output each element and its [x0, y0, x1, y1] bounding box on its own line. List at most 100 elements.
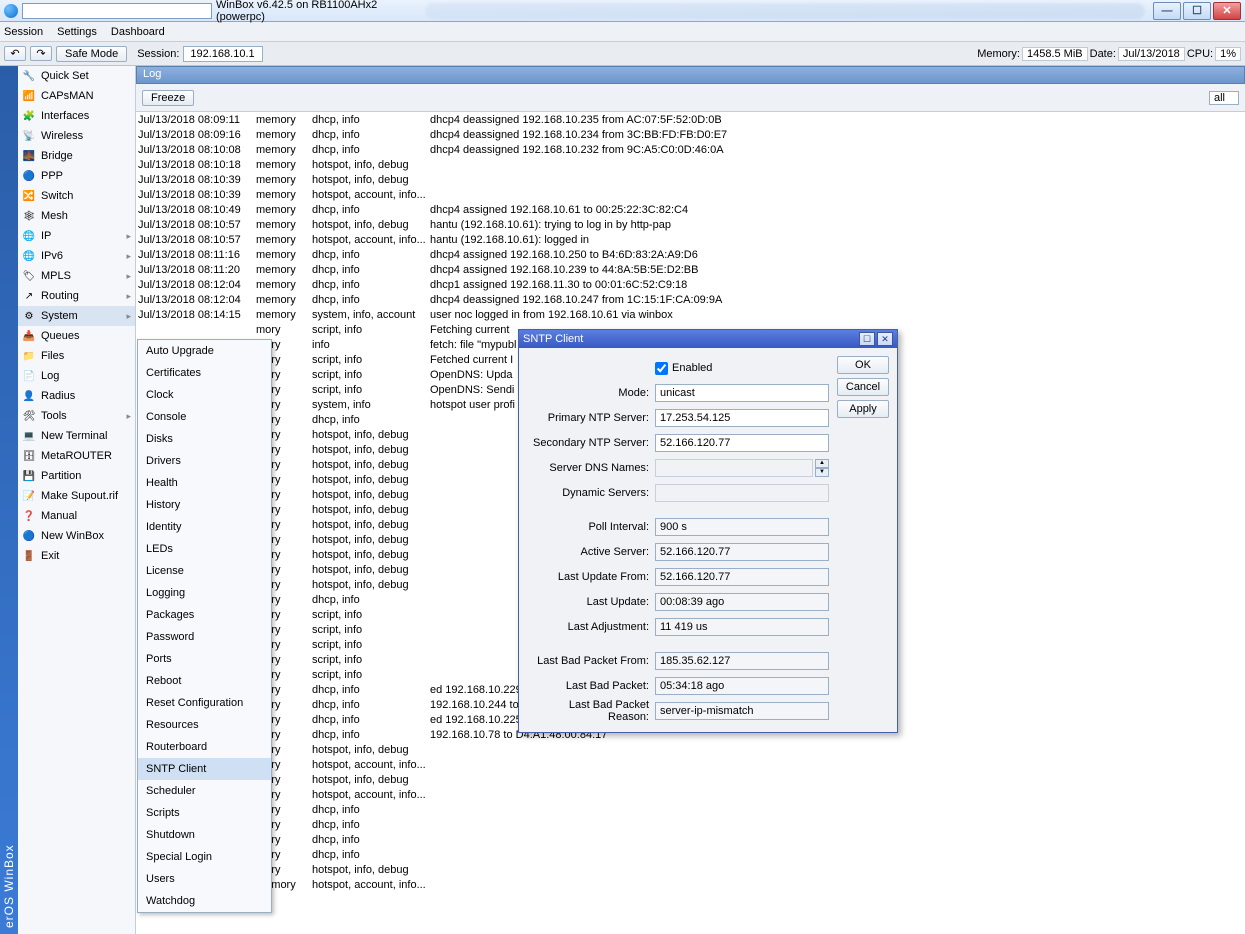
log-row[interactable]: morydhcp, info — [136, 832, 1245, 847]
log-row[interactable]: Jul/13/2018 08:11:16memorydhcp, infodhcp… — [136, 247, 1245, 262]
submenu-item-sntp-client[interactable]: SNTP Client — [138, 758, 271, 780]
log-row[interactable]: Jul/13/2018 08:10:18memoryhotspot, info,… — [136, 157, 1245, 172]
log-row[interactable]: moryhotspot, info, debug — [136, 862, 1245, 877]
sidebar-item-ipv6[interactable]: 🌐IPv6▸ — [18, 246, 135, 266]
log-row[interactable]: Jul/13/2018 08:10:57memoryhotspot, info,… — [136, 217, 1245, 232]
log-row[interactable]: morydhcp, info — [136, 847, 1245, 862]
enabled-check-input[interactable] — [655, 362, 668, 375]
freeze-button[interactable]: Freeze — [142, 90, 194, 106]
submenu-item-scripts[interactable]: Scripts — [138, 802, 271, 824]
submenu-item-leds[interactable]: LEDs — [138, 538, 271, 560]
sidebar-item-tools[interactable]: 🛠Tools▸ — [18, 406, 135, 426]
safe-mode-button[interactable]: Safe Mode — [56, 46, 127, 62]
log-row[interactable]: Jul/13/2018 08:19:41memoryhotspot, accou… — [136, 877, 1245, 892]
submenu-item-shutdown[interactable]: Shutdown — [138, 824, 271, 846]
submenu-item-console[interactable]: Console — [138, 406, 271, 428]
log-row[interactable]: morydhcp, info — [136, 802, 1245, 817]
sidebar-item-make-supout.rif[interactable]: 📝Make Supout.rif — [18, 486, 135, 506]
sidebar-item-capsman[interactable]: 📶CAPsMAN — [18, 86, 135, 106]
log-row[interactable]: morydhcp, info — [136, 817, 1245, 832]
log-row[interactable]: Jul/13/2018 08:10:39memoryhotspot, accou… — [136, 187, 1245, 202]
submenu-item-routerboard[interactable]: Routerboard — [138, 736, 271, 758]
dialog-close-icon[interactable]: ✕ — [877, 332, 893, 346]
sidebar-item-interfaces[interactable]: 🧩Interfaces — [18, 106, 135, 126]
log-row[interactable]: moryhotspot, info, debug — [136, 742, 1245, 757]
primary-ntp-input[interactable]: 17.253.54.125 — [655, 409, 829, 427]
sidebar-item-mesh[interactable]: 🕸Mesh — [18, 206, 135, 226]
maximize-button[interactable]: ☐ — [1183, 2, 1211, 20]
submenu-item-clock[interactable]: Clock — [138, 384, 271, 406]
sidebar-item-exit[interactable]: 🚪Exit — [18, 546, 135, 566]
submenu-item-users[interactable]: Users — [138, 868, 271, 890]
submenu-item-special-login[interactable]: Special Login — [138, 846, 271, 868]
submenu-item-reboot[interactable]: Reboot — [138, 670, 271, 692]
sidebar-item-metarouter[interactable]: 🗄MetaROUTER — [18, 446, 135, 466]
log-filter[interactable]: all — [1209, 91, 1239, 105]
submenu-item-health[interactable]: Health — [138, 472, 271, 494]
log-row[interactable]: Jul/13/2018 08:12:04memorydhcp, infodhcp… — [136, 292, 1245, 307]
log-row[interactable]: Jul/13/2018 08:12:04memorydhcp, infodhcp… — [136, 277, 1245, 292]
log-row[interactable]: moryhotspot, account, info... — [136, 787, 1245, 802]
dialog-restore-icon[interactable]: ☐ — [859, 332, 875, 346]
sidebar-item-quick-set[interactable]: 🔧Quick Set — [18, 66, 135, 86]
dns-spinner[interactable]: ▲▼ — [815, 459, 829, 477]
log-row[interactable]: Jul/13/2018 08:10:57memoryhotspot, accou… — [136, 232, 1245, 247]
sidebar-item-radius[interactable]: 👤Radius — [18, 386, 135, 406]
undo-button[interactable]: ↶ — [4, 46, 26, 61]
submenu-item-resources[interactable]: Resources — [138, 714, 271, 736]
submenu-item-identity[interactable]: Identity — [138, 516, 271, 538]
sidebar-item-files[interactable]: 📁Files — [18, 346, 135, 366]
log-row[interactable]: Jul/13/2018 08:14:15memorysystem, info, … — [136, 307, 1245, 322]
title-search-input[interactable] — [22, 3, 212, 19]
log-row[interactable]: Jul/13/2018 08:09:11memorydhcp, infodhcp… — [136, 112, 1245, 127]
submenu-item-ports[interactable]: Ports — [138, 648, 271, 670]
log-row[interactable]: Jul/13/2018 08:10:39memoryhotspot, info,… — [136, 172, 1245, 187]
log-row[interactable]: Jul/13/2018 08:09:16memorydhcp, infodhcp… — [136, 127, 1245, 142]
log-row[interactable]: moryhotspot, info, debug — [136, 772, 1245, 787]
apply-button[interactable]: Apply — [837, 400, 889, 418]
sidebar-item-routing[interactable]: ↗Routing▸ — [18, 286, 135, 306]
sidebar-item-manual[interactable]: ❓Manual — [18, 506, 135, 526]
submenu-item-logging[interactable]: Logging — [138, 582, 271, 604]
sidebar-item-bridge[interactable]: 🌉Bridge — [18, 146, 135, 166]
sidebar-item-wireless[interactable]: 📡Wireless — [18, 126, 135, 146]
sidebar-item-queues[interactable]: 📥Queues — [18, 326, 135, 346]
secondary-ntp-input[interactable]: 52.166.120.77 — [655, 434, 829, 452]
submenu-item-password[interactable]: Password — [138, 626, 271, 648]
log-row[interactable]: Jul/13/2018 08:10:49memorydhcp, infodhcp… — [136, 202, 1245, 217]
sidebar-item-switch[interactable]: 🔀Switch — [18, 186, 135, 206]
submenu-item-packages[interactable]: Packages — [138, 604, 271, 626]
submenu-item-reset-configuration[interactable]: Reset Configuration — [138, 692, 271, 714]
log-row[interactable]: Jul/13/2018 08:11:20memorydhcp, infodhcp… — [136, 262, 1245, 277]
enabled-checkbox[interactable]: Enabled — [655, 362, 712, 375]
submenu-item-certificates[interactable]: Certificates — [138, 362, 271, 384]
sidebar-item-mpls[interactable]: 🏷MPLS▸ — [18, 266, 135, 286]
mode-input[interactable]: unicast — [655, 384, 829, 402]
sidebar-item-ppp[interactable]: 🔵PPP — [18, 166, 135, 186]
sidebar-item-system[interactable]: ⚙System▸ — [18, 306, 135, 326]
submenu-item-license[interactable]: License — [138, 560, 271, 582]
submenu-item-disks[interactable]: Disks — [138, 428, 271, 450]
redo-button[interactable]: ↷ — [30, 46, 52, 61]
minimize-button[interactable]: — — [1153, 2, 1181, 20]
submenu-item-auto-upgrade[interactable]: Auto Upgrade — [138, 340, 271, 362]
sidebar-item-partition[interactable]: 💾Partition — [18, 466, 135, 486]
menu-settings[interactable]: Settings — [57, 26, 97, 38]
cancel-button[interactable]: Cancel — [837, 378, 889, 396]
log-row[interactable]: moryhotspot, account, info... — [136, 757, 1245, 772]
sidebar-item-new-winbox[interactable]: 🔵New WinBox — [18, 526, 135, 546]
submenu-item-scheduler[interactable]: Scheduler — [138, 780, 271, 802]
sidebar-item-log[interactable]: 📄Log — [18, 366, 135, 386]
menu-dashboard[interactable]: Dashboard — [111, 26, 165, 38]
server-dns-input[interactable] — [655, 459, 813, 477]
log-row[interactable]: Jul/13/2018 08:10:08memorydhcp, infodhcp… — [136, 142, 1245, 157]
menu-session[interactable]: Session — [4, 26, 43, 38]
close-button[interactable]: ✕ — [1213, 2, 1241, 20]
ok-button[interactable]: OK — [837, 356, 889, 374]
sidebar-item-new-terminal[interactable]: 💻New Terminal — [18, 426, 135, 446]
dialog-titlebar[interactable]: SNTP Client ☐ ✕ — [519, 330, 897, 348]
submenu-item-watchdog[interactable]: Watchdog — [138, 890, 271, 912]
submenu-item-history[interactable]: History — [138, 494, 271, 516]
submenu-item-drivers[interactable]: Drivers — [138, 450, 271, 472]
sidebar-item-ip[interactable]: 🌐IP▸ — [18, 226, 135, 246]
